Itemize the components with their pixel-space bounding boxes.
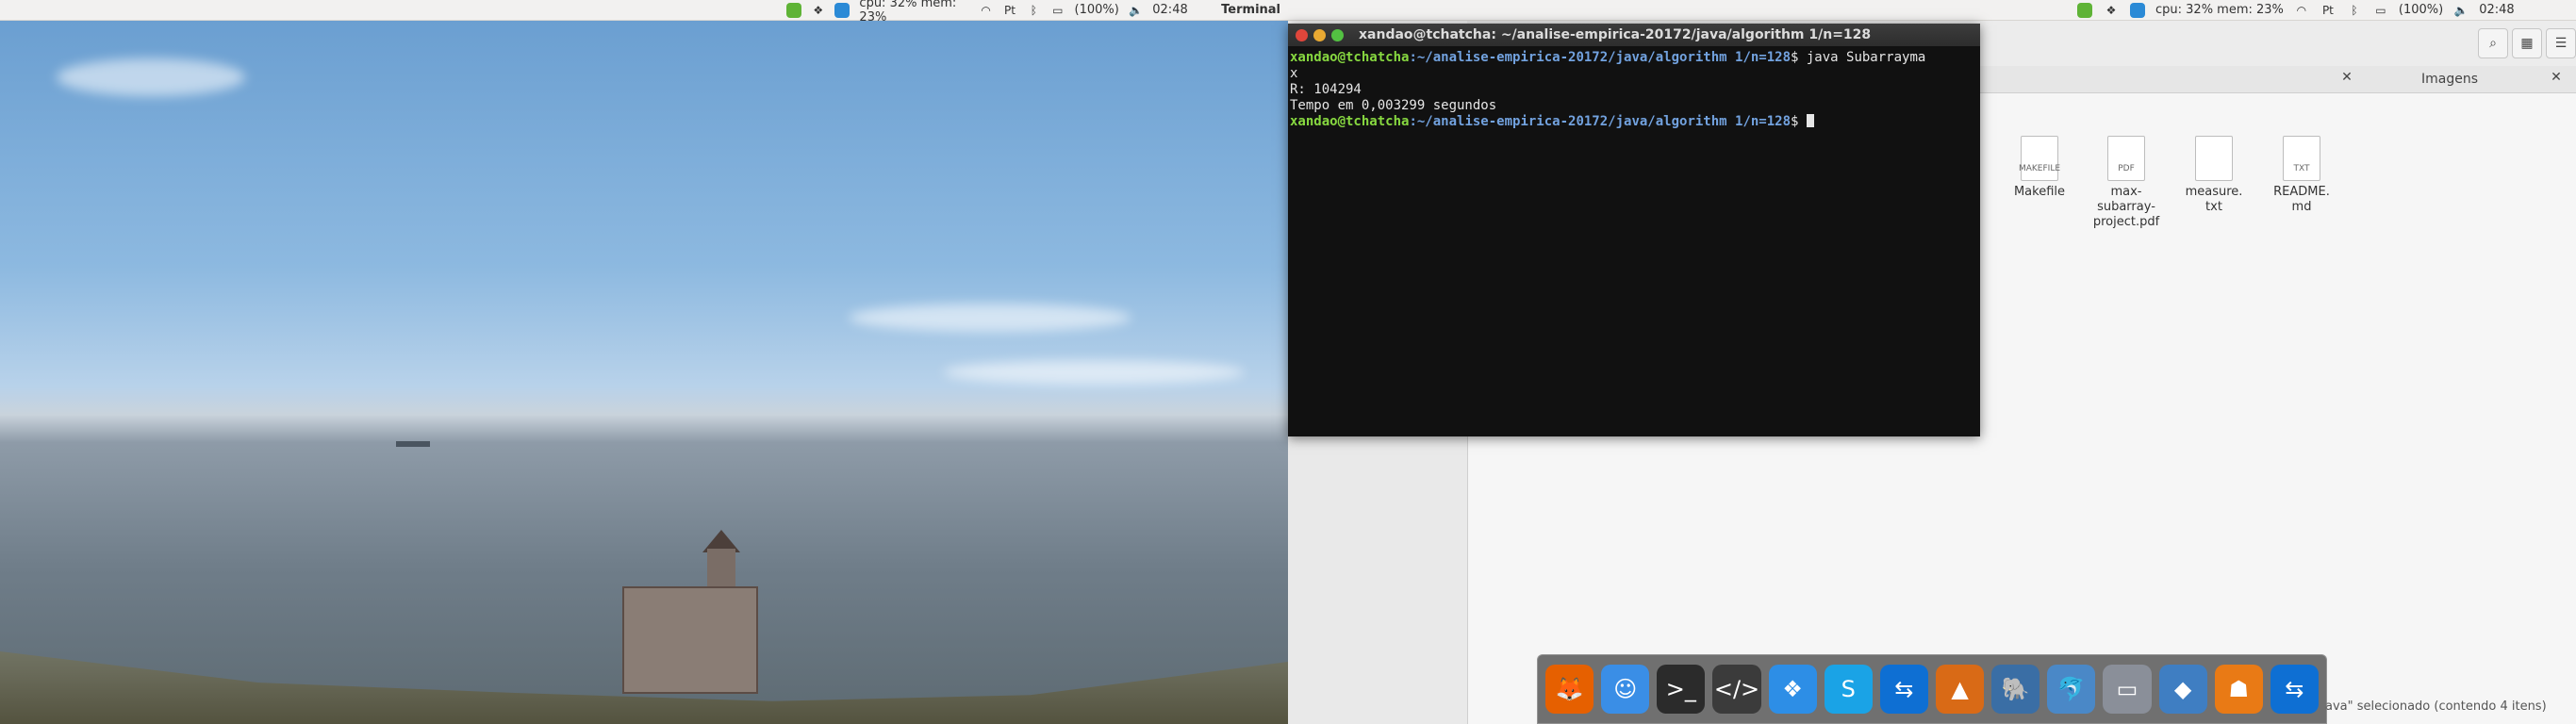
volume-icon[interactable]: 🔈 (2452, 2, 2469, 19)
cloud (849, 304, 1131, 332)
scanner-icon[interactable]: ▭ (2103, 665, 2152, 714)
clock[interactable]: 02:48 (1152, 3, 1187, 17)
apple-menu-icon[interactable] (2524, 2, 2541, 19)
dock: 🦊 ☺ >_ </> ❖ S ⇆ ▲ 🐘 🐬 ▭ ◆ ☗ ⇆ (1537, 654, 2327, 724)
file-measure[interactable]: measure. txt (2176, 136, 2252, 215)
wifi-icon[interactable]: ◠ (2293, 2, 2310, 19)
view-grid-button[interactable]: ▦ (2512, 28, 2542, 58)
cloud (943, 360, 1245, 385)
terminal-titlebar[interactable]: xandao@tchatcha: ~/analise-empirica-2017… (1288, 24, 1980, 46)
keyboard-layout-indicator[interactable]: Pt (2320, 2, 2337, 19)
pdf-icon: PDF (2107, 136, 2145, 181)
text-file-icon: TXT (2283, 136, 2320, 181)
teamviewer-icon[interactable]: ⇆ (1879, 665, 1928, 714)
dropbox-tray-icon[interactable]: ❖ (2103, 2, 2120, 19)
terminal-title: xandao@tchatcha: ~/analise-empirica-2017… (1359, 27, 1872, 42)
battery-percent[interactable]: (100%) (2399, 3, 2443, 17)
text-file-icon (2195, 136, 2233, 181)
battery-icon[interactable]: ▭ (2372, 2, 2389, 19)
code-editor-icon[interactable]: </> (1712, 665, 1761, 714)
search-button[interactable]: ⌕ (2478, 28, 2508, 58)
minimize-window-icon[interactable] (1313, 28, 1326, 41)
apple-menu-icon[interactable] (1197, 2, 1212, 19)
makefile-icon: MAKEFILE (2019, 136, 2060, 181)
output-line: x (1290, 66, 1298, 81)
file-readme[interactable]: TXT README. md (2264, 136, 2339, 215)
desktop-wallpaper (0, 21, 1288, 724)
maximize-window-icon[interactable] (1331, 28, 1344, 41)
file-label: measure. txt (2185, 185, 2243, 214)
clock[interactable]: 02:48 (2479, 3, 2514, 17)
output-line: R: 104294 (1290, 82, 1362, 97)
finder-icon[interactable]: ☺ (1601, 665, 1650, 714)
teamviewer-tray-icon[interactable] (834, 2, 850, 19)
dropbox-tray-icon[interactable]: ❖ (811, 2, 825, 19)
file-label: max- subarray- project.pdf (2092, 185, 2160, 229)
file-pdf[interactable]: PDF max- subarray- project.pdf (2089, 136, 2164, 230)
top-panel-right: ❖ cpu: 32% mem: 23% ◠ Pt ᛒ ▭ (100%) 🔈 02… (1288, 0, 2576, 21)
bluetooth-icon[interactable]: ᛒ (2346, 2, 2363, 19)
prompt-path: :~/analise-empirica-20172/java/algorithm… (1409, 114, 1792, 129)
teamviewer-icon-2[interactable]: ⇆ (2270, 665, 2319, 714)
cloud (57, 58, 245, 96)
prompt-command: $ (1791, 114, 1807, 129)
network-icon[interactable]: ☗ (2214, 665, 2263, 714)
file-label: Makefile (2013, 185, 2066, 199)
battery-percent[interactable]: (100%) (1075, 3, 1119, 17)
matlab-icon[interactable]: ▲ (1935, 665, 1985, 714)
active-app-name: Terminal (1221, 3, 1281, 17)
virtualbox-icon[interactable]: ◆ (2158, 665, 2207, 714)
prompt-user: xandao@tchatcha (1290, 50, 1410, 65)
ship (396, 441, 430, 447)
cpu-mem-indicator[interactable]: cpu: 32% mem: 23% (2155, 3, 2284, 17)
teamviewer-tray-icon[interactable] (2129, 2, 2146, 19)
text-cursor (1806, 114, 1814, 127)
keyboard-layout-indicator[interactable]: Pt (1002, 2, 1016, 19)
firefox-icon[interactable]: 🦊 (1545, 665, 1594, 714)
update-indicator-icon[interactable] (786, 2, 801, 19)
tab-imagens[interactable]: Imagens (2421, 72, 2478, 87)
pier-building (622, 586, 758, 694)
tab-close-icon[interactable]: ✕ (2338, 70, 2355, 85)
wifi-icon[interactable]: ◠ (979, 2, 993, 19)
prompt-path: :~/analise-empirica-20172/java/algorithm… (1409, 50, 1792, 65)
postgres-icon[interactable]: 🐘 (1991, 665, 2040, 714)
battery-icon[interactable]: ▭ (1050, 2, 1065, 19)
top-panel-left: ❖ cpu: 32% mem: 23% ◠ Pt ᛒ ▭ (100%) 🔈 02… (0, 0, 1288, 25)
update-indicator-icon[interactable] (2076, 2, 2093, 19)
terminal-icon[interactable]: >_ (1657, 665, 1706, 714)
status-bar-text: ava" selecionado (contendo 4 itens) (2320, 698, 2552, 716)
dropbox-icon[interactable]: ❖ (1768, 665, 1817, 714)
file-label: README. md (2273, 185, 2330, 214)
close-window-icon[interactable] (1296, 28, 1308, 41)
output-line: Tempo em 0,003299 segundos (1290, 98, 1497, 113)
tab-close-icon[interactable]: ✕ (2548, 70, 2565, 85)
terminal-output[interactable]: xandao@tchatcha:~/analise-empirica-20172… (1288, 46, 1980, 134)
prompt-user: xandao@tchatcha (1290, 114, 1410, 129)
file-makefile[interactable]: MAKEFILE Makefile (2002, 136, 2077, 200)
terminal-window[interactable]: xandao@tchatcha: ~/analise-empirica-2017… (1288, 24, 1980, 436)
menu-button[interactable]: ☰ (2546, 28, 2576, 58)
mysql-icon[interactable]: 🐬 (2047, 665, 2096, 714)
prompt-command: $ java Subarrayma (1791, 50, 1926, 65)
volume-icon[interactable]: 🔈 (1129, 2, 1143, 19)
bluetooth-icon[interactable]: ᛒ (1027, 2, 1041, 19)
skype-icon[interactable]: S (1824, 665, 1873, 714)
